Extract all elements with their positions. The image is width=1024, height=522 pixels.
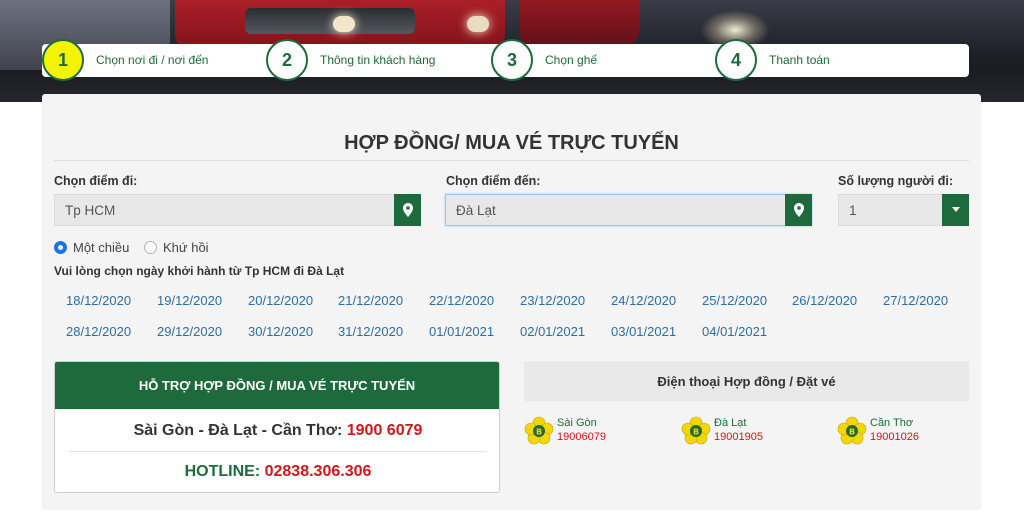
radio-checked-icon [54,241,67,254]
step-3[interactable]: 3 Chọn ghế [491,39,597,81]
office-saigon[interactable]: B Sài Gòn 19006079 [524,416,606,446]
step-label: Chọn nơi đi / nơi đến [96,53,209,67]
support-divider [69,451,487,452]
office-phone[interactable]: 19001026 [870,430,919,445]
flower-logo-icon: B [837,416,867,445]
svg-text:B: B [536,428,542,437]
date-option[interactable]: 25/12/2020 [702,293,767,308]
page-title: HỢP ĐỒNG/ MUA VÉ TRỰC TUYẾN [344,132,679,154]
radio-label: Khứ hồi [163,240,209,255]
office-name: Sài Gòn [557,417,597,429]
passenger-count-select[interactable]: 1 [838,193,969,226]
date-option[interactable]: 24/12/2020 [611,293,676,308]
route-text: Sài Gòn - Đà Lạt - Cần Thơ: [133,422,347,439]
hotline: HOTLINE: 02838.306.306 [55,463,499,481]
date-option[interactable]: 28/12/2020 [66,324,131,339]
destination-select[interactable]: Đà Lạt [445,193,812,226]
office-cantho[interactable]: B Cần Thơ 19001026 [837,416,919,446]
radio-one-way[interactable]: Một chiều [54,240,129,255]
office-phone[interactable]: 19006079 [557,430,606,445]
radio-label: Một chiều [73,240,130,255]
radio-unchecked-icon [144,241,157,254]
origin-value: Tp HCM [65,202,116,218]
step-number: 1 [42,39,84,81]
origin-label: Chọn điểm đi: [54,174,138,188]
radio-round-trip[interactable]: Khứ hồi [144,240,209,255]
svg-text:B: B [849,428,855,437]
date-option[interactable]: 21/12/2020 [338,293,403,308]
step-label: Thanh toán [769,53,830,67]
date-option[interactable]: 23/12/2020 [520,293,585,308]
date-hint: Vui lòng chọn ngày khởi hành từ Tp HCM đ… [54,264,345,278]
flower-logo-icon: B [524,416,554,445]
office-dalat[interactable]: B Đà Lạt 19001905 [681,416,763,446]
step-number: 4 [715,39,757,81]
office-name: Cần Thơ [870,417,914,429]
flower-logo-icon: B [681,416,711,445]
map-pin-icon[interactable] [785,193,812,226]
date-option[interactable]: 04/01/2021 [702,324,767,339]
step-2[interactable]: 2 Thông tin khách hàng [266,39,435,81]
date-option[interactable]: 03/01/2021 [611,324,676,339]
map-pin-icon[interactable] [394,193,421,226]
passenger-count-label: Số lượng người đi: [838,174,954,188]
hotline-phone[interactable]: 02838.306.306 [265,463,372,480]
phone-header: Điện thoại Hợp đồng / Đặt vé [524,361,969,401]
support-header: HỖ TRỢ HỢP ĐỒNG / MUA VÉ TRỰC TUYẾN [55,362,499,409]
route-phone[interactable]: 1900 6079 [347,422,423,439]
origin-select[interactable]: Tp HCM [54,193,421,226]
date-option[interactable]: 26/12/2020 [792,293,857,308]
booking-panel: HỢP ĐỒNG/ MUA VÉ TRỰC TUYẾN Chọn điểm đi… [42,94,981,510]
booking-steps: 1 Chọn nơi đi / nơi đến 2 Thông tin khác… [42,39,969,81]
date-option[interactable]: 20/12/2020 [248,293,313,308]
svg-text:B: B [693,428,699,437]
destination-label: Chọn điểm đến: [446,174,541,188]
date-option[interactable]: 18/12/2020 [66,293,131,308]
date-option[interactable]: 22/12/2020 [429,293,494,308]
passenger-count-value: 1 [849,202,857,218]
route-hotline: Sài Gòn - Đà Lạt - Cần Thơ: 1900 6079 [55,422,499,440]
destination-value: Đà Lạt [456,202,496,218]
office-phone[interactable]: 19001905 [714,430,763,445]
date-option[interactable]: 19/12/2020 [157,293,222,308]
step-1[interactable]: 1 Chọn nơi đi / nơi đến [42,39,208,81]
date-option[interactable]: 30/12/2020 [248,324,313,339]
step-label: Thông tin khách hàng [320,53,436,67]
step-number: 2 [266,39,308,81]
step-label: Chọn ghế [545,53,598,67]
date-option[interactable]: 31/12/2020 [338,324,403,339]
date-option[interactable]: 01/01/2021 [429,324,494,339]
date-option[interactable]: 27/12/2020 [883,293,948,308]
support-box: HỖ TRỢ HỢP ĐỒNG / MUA VÉ TRỰC TUYẾN Sài … [54,361,500,493]
date-option[interactable]: 02/01/2021 [520,324,585,339]
step-number: 3 [491,39,533,81]
hotline-label: HOTLINE: [184,463,265,480]
caret-down-icon[interactable] [942,193,969,226]
step-4[interactable]: 4 Thanh toán [715,39,830,81]
date-option[interactable]: 29/12/2020 [157,324,222,339]
title-divider [54,160,969,161]
office-name: Đà Lạt [714,417,747,429]
